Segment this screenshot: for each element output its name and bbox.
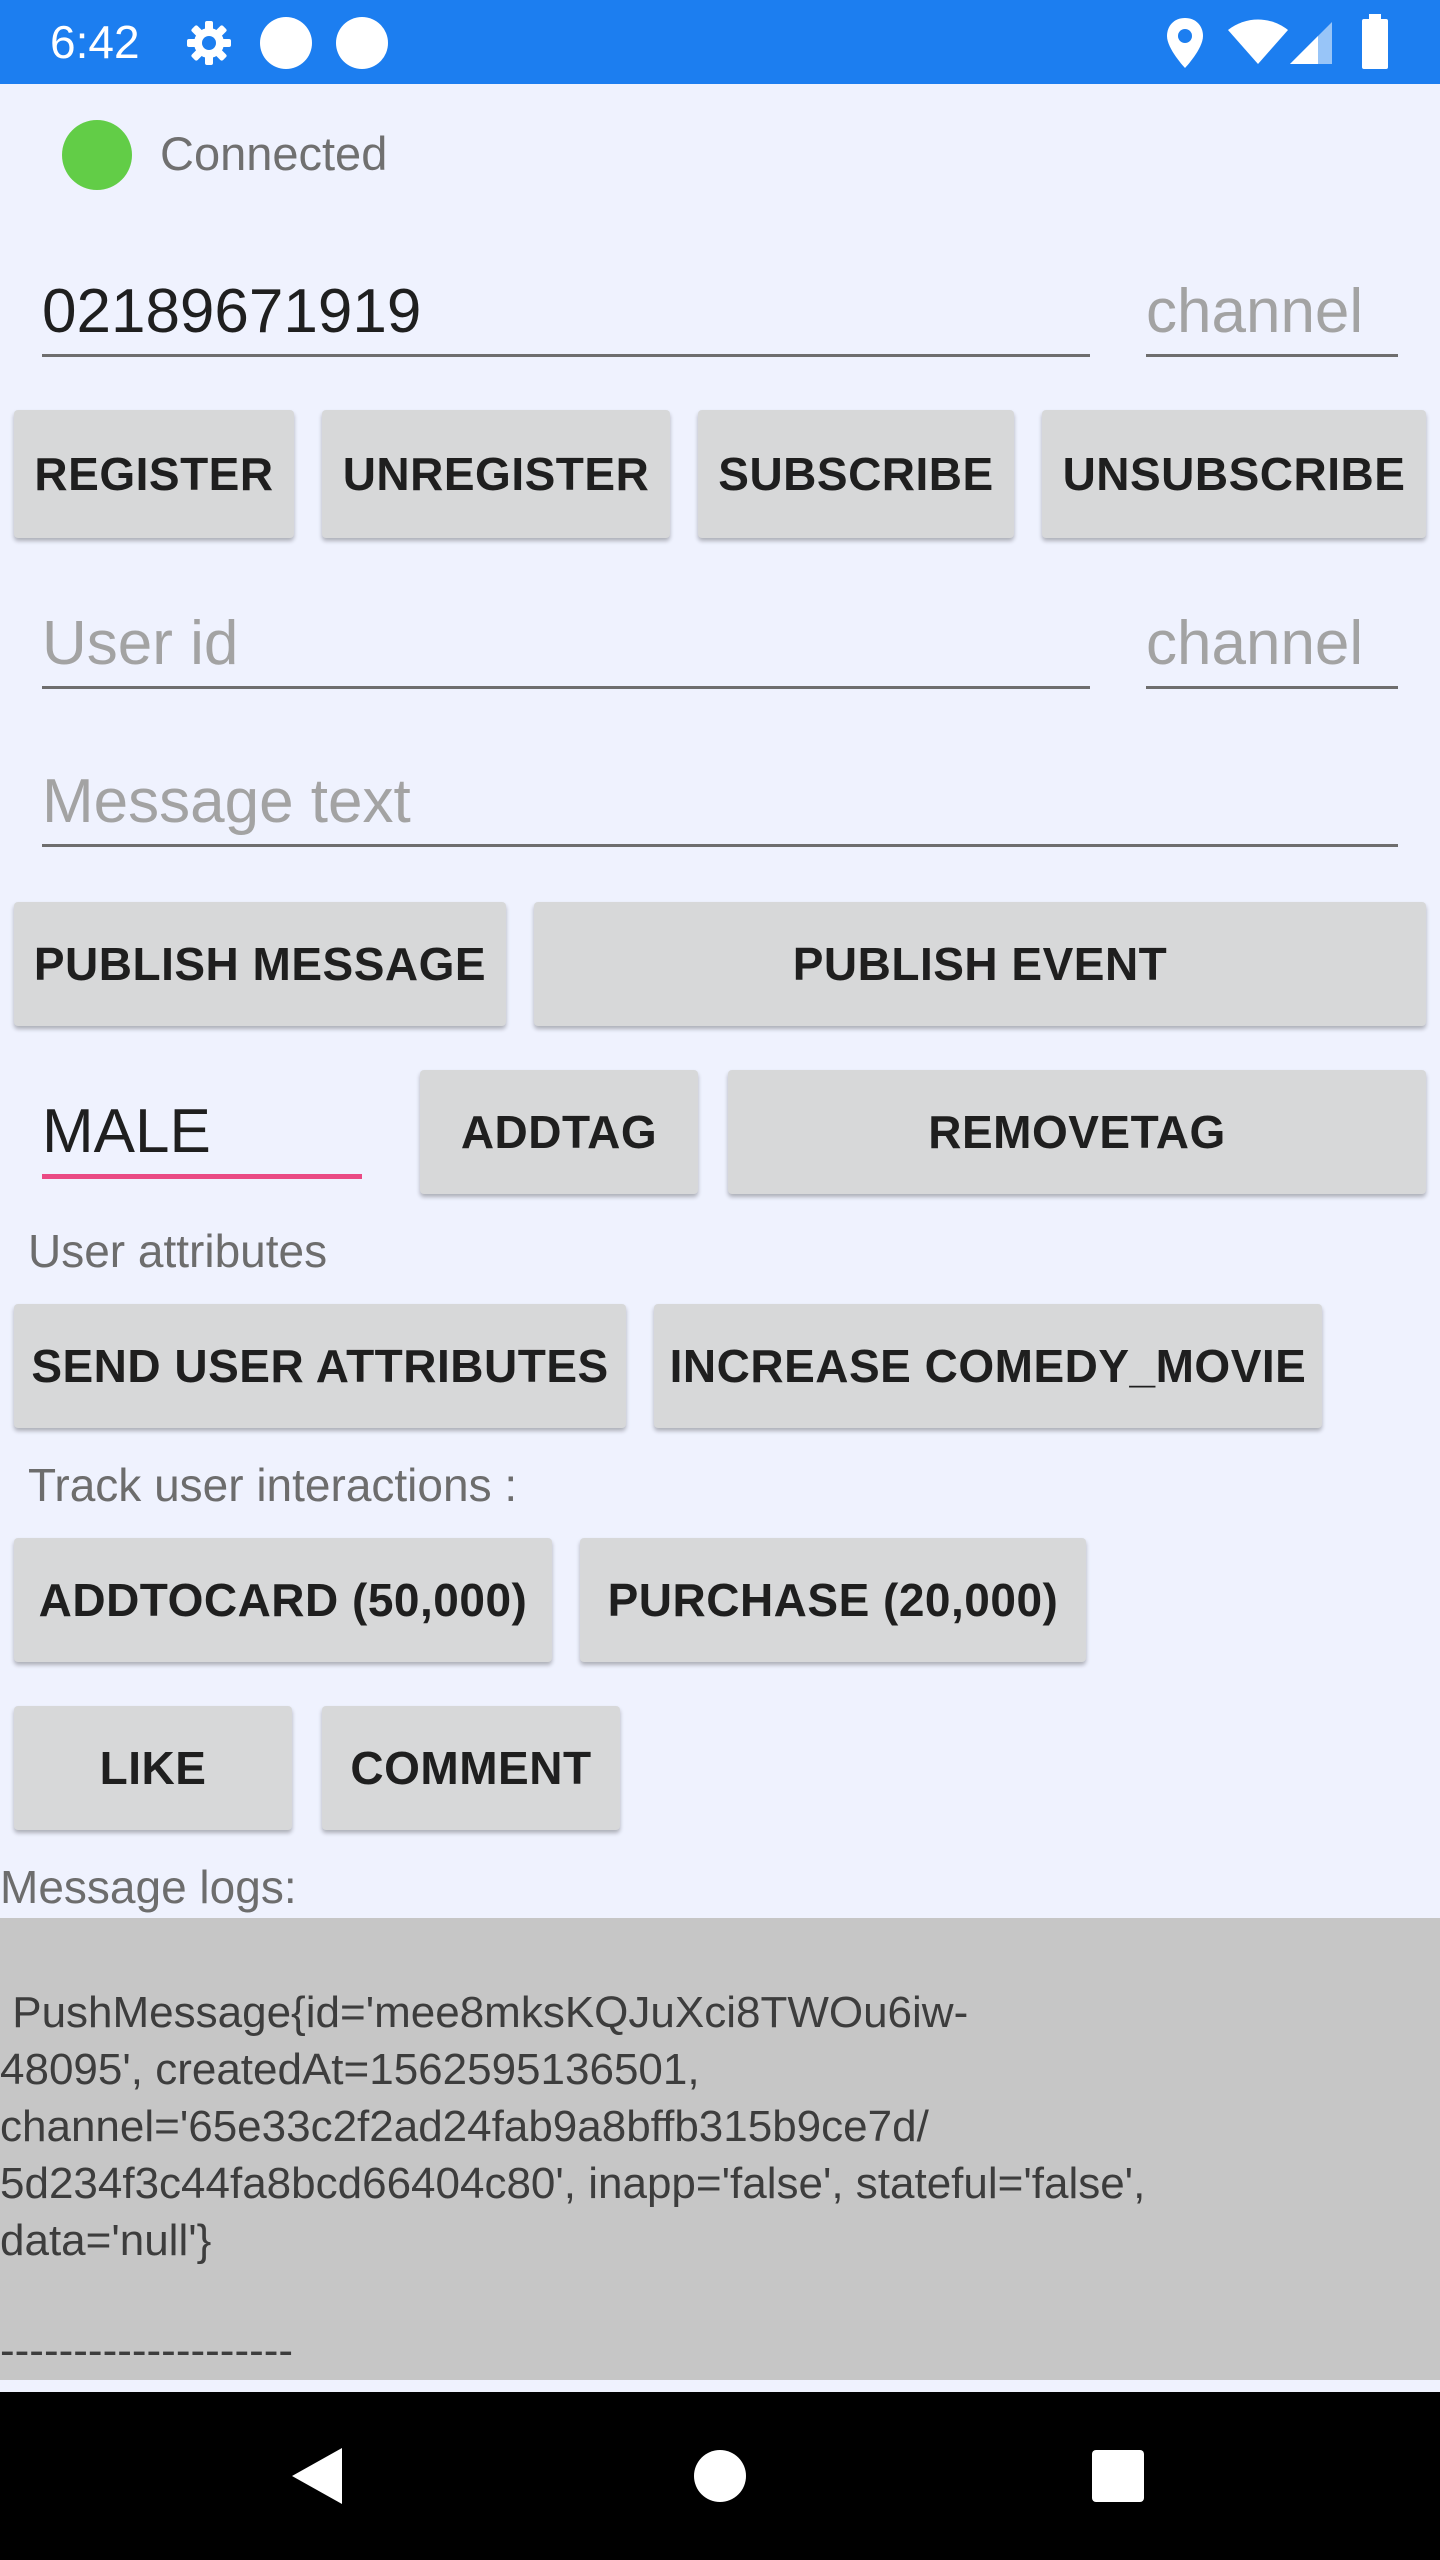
publish-event-button[interactable]: PUBLISH EVENT bbox=[534, 902, 1426, 1026]
track-interactions-label: Track user interactions : bbox=[28, 1459, 518, 1511]
status-time: 6:42 bbox=[50, 16, 140, 68]
remove-tag-button[interactable]: REMOVETAG bbox=[728, 1070, 1426, 1194]
connection-status: Connected bbox=[160, 127, 388, 180]
unregister-button[interactable]: UNREGISTER bbox=[322, 410, 670, 538]
connection-indicator bbox=[62, 120, 132, 190]
user-attributes-label: User attributes bbox=[28, 1225, 328, 1277]
message-channel-placeholder: channel bbox=[1146, 609, 1364, 678]
navigation-bar bbox=[0, 2392, 1440, 2560]
circle-icon bbox=[336, 17, 388, 69]
purchase-button[interactable]: PURCHASE (20,000) bbox=[580, 1538, 1086, 1662]
recents-icon[interactable] bbox=[1092, 2450, 1144, 2502]
subscribe-button[interactable]: SUBSCRIBE bbox=[698, 410, 1014, 538]
location-icon bbox=[1167, 18, 1203, 68]
user-id-field[interactable]: User id bbox=[42, 602, 1090, 689]
register-channel-placeholder: channel bbox=[1146, 277, 1364, 346]
battery-icon bbox=[1362, 14, 1388, 69]
gear-icon bbox=[187, 21, 231, 65]
status-bar: 6:42 bbox=[0, 0, 1440, 84]
message-text-placeholder: Message text bbox=[42, 767, 411, 836]
cell-signal-icon bbox=[1290, 22, 1332, 64]
tag-field-value: MALE bbox=[42, 1097, 211, 1166]
unsubscribe-button[interactable]: UNSUBSCRIBE bbox=[1042, 410, 1426, 538]
like-button[interactable]: LIKE bbox=[14, 1706, 292, 1830]
wifi-icon bbox=[1228, 19, 1288, 64]
tag-field[interactable]: MALE bbox=[42, 1090, 362, 1179]
add-to-card-button[interactable]: ADDTOCARD (50,000) bbox=[14, 1538, 552, 1662]
id-field[interactable]: 02189671919 bbox=[42, 270, 1090, 357]
comment-button[interactable]: COMMENT bbox=[322, 1706, 620, 1830]
back-icon[interactable] bbox=[290, 2446, 344, 2506]
user-id-placeholder: User id bbox=[42, 609, 239, 678]
log-separator: -------------------- bbox=[0, 2326, 294, 2375]
message-text-field[interactable]: Message text bbox=[42, 760, 1398, 847]
message-channel-field[interactable]: channel bbox=[1146, 602, 1398, 689]
increase-comedy-movie-button[interactable]: INCREASE COMEDY_MOVIE bbox=[654, 1304, 1322, 1428]
register-button[interactable]: REGISTER bbox=[14, 410, 294, 538]
message-log-entry: PushMessage{id='mee8mksKQJuXci8TWOu6iw- … bbox=[0, 1988, 1146, 2265]
publish-message-button[interactable]: PUBLISH MESSAGE bbox=[14, 902, 506, 1026]
send-user-attributes-button[interactable]: SEND USER ATTRIBUTES bbox=[14, 1304, 626, 1428]
register-channel-field[interactable]: channel bbox=[1146, 270, 1398, 357]
circle-icon bbox=[260, 17, 312, 69]
add-tag-button[interactable]: ADDTAG bbox=[420, 1070, 698, 1194]
id-field-value: 02189671919 bbox=[42, 277, 422, 346]
home-icon[interactable] bbox=[694, 2450, 746, 2502]
message-logs-box[interactable]: PushMessage{id='mee8mksKQJuXci8TWOu6iw- … bbox=[0, 1918, 1440, 2380]
message-logs-label: Message logs: bbox=[0, 1861, 297, 1913]
